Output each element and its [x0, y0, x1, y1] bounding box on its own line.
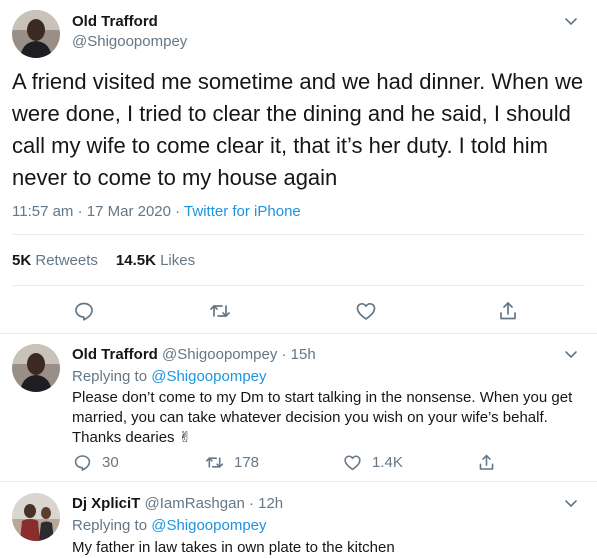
- author-handle[interactable]: @Shigoopompey: [72, 33, 187, 50]
- reply-author-name[interactable]: Old Trafford: [72, 346, 158, 363]
- main-tweet: Old Trafford @Shigoopompey A friend visi…: [0, 0, 597, 334]
- tweet-stats: 5K Retweets 14.5K Likes: [12, 252, 195, 269]
- tweet-meta: 11:57 am · 17 Mar 2020 · Twitter for iPh…: [12, 203, 301, 220]
- reply-text: My father in law takes in own plate to t…: [72, 539, 395, 556]
- retweets-stat[interactable]: 5K Retweets: [12, 252, 98, 269]
- avatar[interactable]: [12, 493, 60, 541]
- replying-to: Replying to @Shigoopompey: [72, 517, 267, 534]
- retweet-button[interactable]: 178: [205, 453, 259, 472]
- tweet-text: A friend visited me sometime and we had …: [12, 69, 584, 190]
- reply-handle-time[interactable]: @Shigoopompey · 15h: [162, 346, 316, 363]
- replying-to: Replying to @Shigoopompey: [72, 368, 267, 385]
- reply-button[interactable]: 30: [73, 453, 119, 472]
- replying-label: Replying to: [72, 368, 152, 385]
- author-name[interactable]: Old Trafford: [72, 13, 158, 30]
- reply-header: Old Trafford @Shigoopompey · 15h: [72, 346, 316, 363]
- reply-header: Dj XpliciT @IamRashgan · 12h: [72, 495, 283, 512]
- reply-icon[interactable]: [73, 300, 95, 322]
- reply-tweet[interactable]: Old Trafford @Shigoopompey · 15h Replyin…: [0, 334, 597, 482]
- divider: [12, 234, 585, 235]
- likes-count: 14.5K: [115, 252, 156, 269]
- heart-icon[interactable]: [355, 300, 377, 322]
- avatar[interactable]: [12, 10, 60, 58]
- retweet-icon[interactable]: [209, 300, 231, 322]
- retweet-icon: [205, 457, 224, 468]
- avatar[interactable]: [12, 344, 60, 392]
- retweets-label: Retweets: [35, 252, 98, 269]
- share-icon[interactable]: [497, 300, 519, 322]
- likes-label: Likes: [160, 252, 196, 269]
- share-button[interactable]: [477, 453, 506, 472]
- retweets-count: 5K: [12, 252, 32, 269]
- replying-label: Replying to: [72, 517, 152, 534]
- tweet-source[interactable]: Twitter for iPhone: [184, 203, 301, 220]
- chevron-down-icon[interactable]: [563, 495, 579, 511]
- replying-to-handle[interactable]: @Shigoopompey: [151, 368, 266, 385]
- divider: [12, 285, 585, 286]
- replying-to-handle[interactable]: @Shigoopompey: [151, 517, 266, 534]
- reply-icon: [74, 455, 91, 471]
- chevron-down-icon[interactable]: [563, 13, 579, 29]
- chevron-down-icon[interactable]: [563, 346, 579, 362]
- reply-author-name[interactable]: Dj XpliciT: [72, 495, 140, 512]
- reply-tweet[interactable]: Dj XpliciT @IamRashgan · 12h Replying to…: [0, 483, 597, 558]
- share-icon: [479, 454, 494, 470]
- reply-text: Please don’t come to my Dm to start talk…: [72, 389, 573, 446]
- heart-icon: [344, 455, 361, 471]
- reply-handle-time[interactable]: @IamRashgan · 12h: [145, 495, 284, 512]
- reply-count: 30: [102, 454, 119, 471]
- like-count: 1.4K: [372, 454, 403, 471]
- like-button[interactable]: 1.4K: [343, 453, 403, 472]
- tweet-time[interactable]: 11:57 am · 17 Mar 2020 ·: [12, 203, 184, 220]
- likes-stat[interactable]: 14.5K Likes: [116, 252, 195, 269]
- retweet-count: 178: [234, 454, 260, 471]
